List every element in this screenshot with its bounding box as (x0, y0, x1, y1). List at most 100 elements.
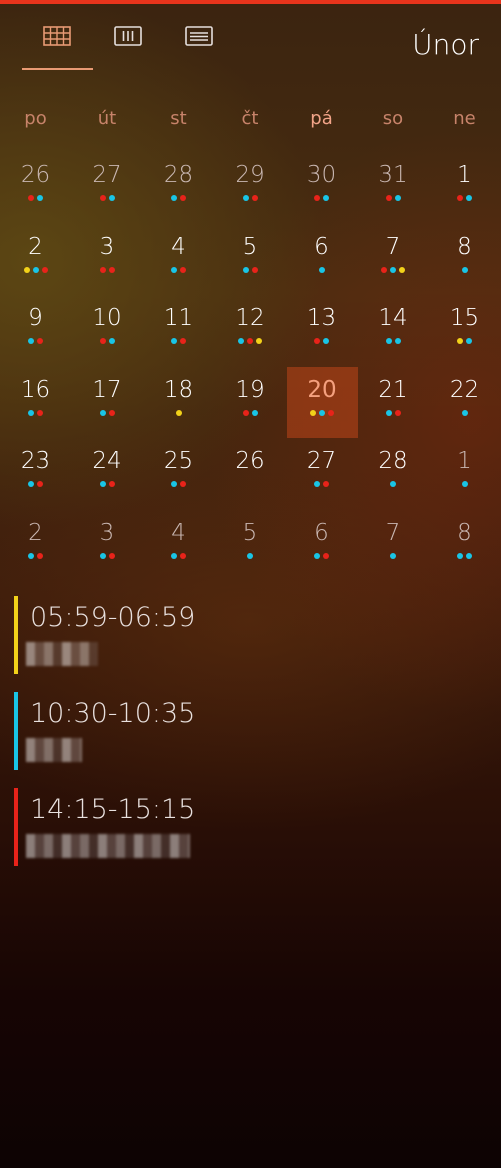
day-cell[interactable]: 15 (429, 295, 500, 366)
day-number: 11 (163, 305, 194, 331)
day-cell[interactable]: 2 (0, 510, 71, 581)
day-cell[interactable]: 30 (286, 152, 357, 223)
day-cell[interactable]: 5 (215, 224, 286, 295)
day-cell[interactable]: 4 (143, 510, 214, 581)
event-dot (466, 338, 472, 344)
day-number: 23 (20, 448, 51, 474)
day-cell[interactable]: 28 (143, 152, 214, 223)
event-dot (256, 338, 262, 344)
day-number: 1 (457, 448, 472, 474)
event-dot (394, 195, 401, 201)
day-cell[interactable]: 8 (429, 510, 500, 581)
event-dot (385, 338, 392, 344)
day-cell[interactable]: 18 (143, 367, 214, 438)
event-dot (171, 338, 177, 344)
week-view-tab[interactable] (93, 26, 163, 66)
event-dot (171, 266, 177, 273)
event-dots (215, 266, 286, 275)
day-cell[interactable]: 27 (286, 438, 357, 509)
event-dot (314, 552, 320, 559)
day-cell[interactable]: 4 (143, 224, 214, 295)
day-number: 25 (163, 448, 194, 474)
day-number: 21 (378, 376, 408, 403)
day-cell[interactable]: 17 (72, 367, 143, 438)
event-dots (72, 195, 143, 203)
day-cell[interactable]: 19 (215, 367, 286, 438)
day-cell[interactable]: 9 (0, 295, 71, 366)
event-color-bar (14, 692, 18, 770)
day-cell[interactable]: 14 (358, 295, 429, 366)
day-cell[interactable]: 24 (72, 438, 143, 509)
event-item[interactable]: 10:30-10:35 (14, 692, 314, 772)
event-dots (143, 338, 214, 346)
event-time: 14:15-15:15 (30, 794, 196, 825)
event-dot (108, 409, 115, 416)
day-cell[interactable]: 29 (215, 152, 286, 223)
day-cell[interactable]: 7 (358, 510, 429, 581)
event-dot (180, 338, 186, 344)
event-dot (381, 266, 387, 273)
event-title-redacted (26, 642, 98, 666)
event-dot (99, 195, 106, 201)
agenda-view-tab[interactable] (164, 26, 234, 66)
day-cell[interactable]: 16 (0, 367, 71, 438)
day-cell[interactable]: 25 (143, 438, 214, 509)
day-cell[interactable]: 28 (358, 438, 429, 509)
event-color-bar (14, 596, 18, 674)
day-number: 6 (314, 519, 329, 546)
event-dot (385, 409, 392, 416)
day-number: 10 (92, 305, 122, 331)
day-cell[interactable]: 2 (0, 224, 71, 295)
weekday-label: st (170, 108, 187, 129)
day-cell[interactable]: 1 (429, 438, 500, 509)
event-dots (358, 481, 429, 489)
day-cell[interactable]: 11 (143, 295, 214, 366)
day-cell[interactable]: 22 (429, 367, 500, 438)
day-cell[interactable]: 13 (286, 295, 357, 366)
day-cell[interactable]: 27 (72, 152, 143, 223)
day-number: 31 (378, 162, 408, 188)
day-cell[interactable]: 31 (358, 152, 429, 223)
event-item[interactable]: 14:15-15:15 (14, 788, 314, 868)
event-dot (28, 338, 34, 344)
day-cell[interactable]: 6 (286, 510, 357, 581)
day-cell[interactable]: 8 (429, 224, 500, 295)
event-dots (215, 409, 286, 418)
event-dots (72, 552, 143, 561)
agenda-list-icon (185, 26, 213, 46)
event-dot (108, 552, 115, 559)
month-view-tab[interactable] (22, 26, 92, 66)
day-cell[interactable]: 1 (429, 152, 500, 223)
active-tab-indicator (22, 68, 93, 70)
event-dots (358, 552, 429, 561)
event-dots (0, 552, 71, 561)
event-dot (314, 481, 320, 487)
month-grid: 26 27 28 29 30 31 1 2 3 4 5 6 7 8 9 10 11 12 13 14 15 16 17 18 1… (0, 152, 501, 582)
event-dots (286, 266, 357, 275)
week-columns-icon (114, 26, 142, 46)
event-dot (41, 266, 48, 273)
day-cell[interactable]: 12 (215, 295, 286, 366)
event-dots (215, 338, 286, 346)
event-dot (247, 552, 253, 559)
day-cell[interactable]: 3 (72, 510, 143, 581)
event-dot (328, 409, 334, 416)
day-number: 17 (92, 376, 122, 403)
event-dots (143, 195, 214, 203)
event-dot (175, 409, 182, 416)
day-cell[interactable]: 5 (215, 510, 286, 581)
day-cell[interactable]: 6 (286, 224, 357, 295)
event-dot (37, 338, 43, 344)
day-cell[interactable]: 10 (72, 295, 143, 366)
day-cell[interactable]: 3 (72, 224, 143, 295)
event-dot (461, 481, 468, 487)
event-item[interactable]: 05:59-06:59 (14, 596, 314, 676)
month-title: Únor (412, 28, 479, 61)
day-cell[interactable]: 23 (0, 438, 71, 509)
day-cell[interactable]: 26 (0, 152, 71, 223)
day-cell[interactable]: 7 (358, 224, 429, 295)
day-cell[interactable]: 21 (358, 367, 429, 438)
day-cell[interactable]: 26 (215, 438, 286, 509)
weekday-label: so (382, 108, 404, 129)
day-cell-today[interactable]: 20 (286, 366, 358, 438)
